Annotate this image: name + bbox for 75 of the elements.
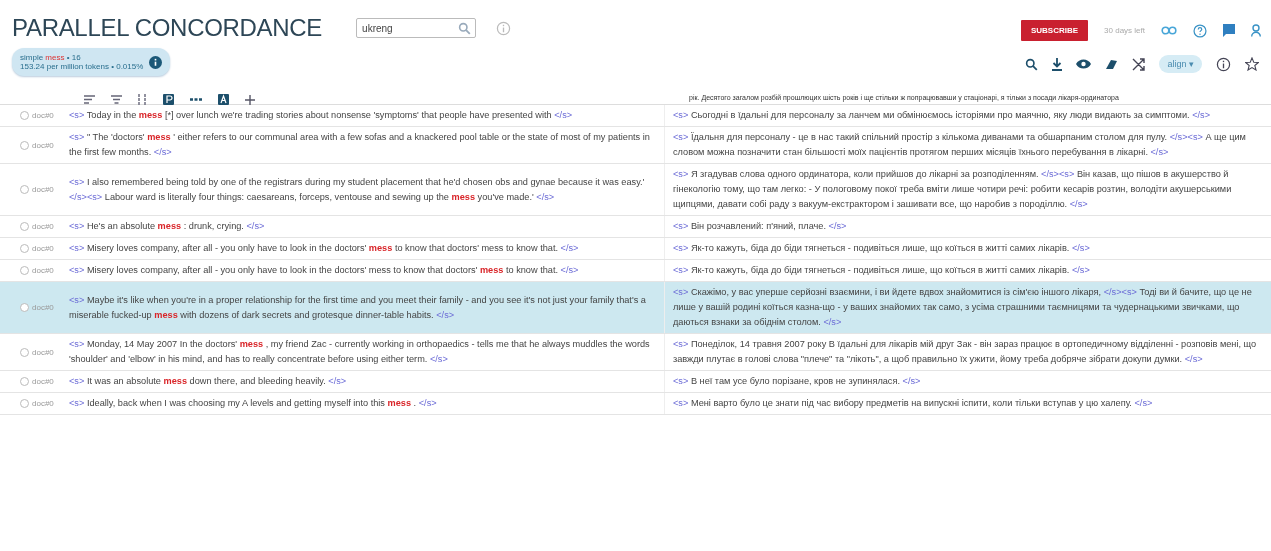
source-sentence: <s> " The 'doctors' mess ' either refers to our communal area with a few sofas and a knackered pool table or the state of most of my patients in the first few months. </s> [69, 131, 651, 159]
radio-button[interactable] [20, 377, 29, 386]
eye-icon[interactable] [1076, 59, 1092, 69]
target-sentence: <s> Я згадував слова одного ординатора, коли прийшов до лікарні за розподіленням. </s><s> Він казав, що пішов в акушерство й гінекологію тому, що там легко: - У пологовому покої треба вміти лише чотири речі: робити кесарів розтин, володіти акушерськими щипцями, давати собі раду з вакуум-екстрактором і зашивати все, що наробив з породіллю. </s> [673, 168, 1233, 211]
target-sentence: <s> Їдальня для персоналу - це в нас такий спільний простір з кількома диванами та обшарпаним столом для пулу. </s><s> А ще цим словом можна позначити стан більшості моїх пацієнтів протягом перших місяців їхнього перебування в лікарні. </s> [673, 131, 1247, 159]
source-sentence: <s> Misery loves company, after all - you only have to look in the doctors' mess to know that doctors' mess to know that. </s> [69, 264, 579, 277]
radio-button[interactable] [20, 266, 29, 275]
frequency-text: 153.24 per million tokens • 0.015% [20, 62, 144, 71]
concordance-row[interactable] [0, 334, 1271, 371]
radio-button[interactable] [20, 185, 29, 194]
concordance-row[interactable] [0, 260, 1271, 282]
target-sentence: <s> Як-то кажуть, біда до біди тягнеться - подивіться лише, що коїться в житті самих лікарів. </s> [673, 264, 1090, 277]
info-icon[interactable] [149, 55, 163, 69]
concordance-row[interactable]: doc#0 <s> He's an absolute mess : drunk, crying. </s> <s> Він розчавлений: п'яний, плаче. </s> [0, 216, 1271, 238]
target-sentence: <s> Понеділок, 14 травня 2007 року В їдальні для лікарів мій друг Зак - він зараз працює в ортопедичному відділенні - розповів мені, що завжди плутає в голові слова "плече" та "лікоть", а щоб правильно їх ужити, йому треба добряче зібрати докупи думки. </s> [673, 338, 1258, 366]
document-label: doc#0 [32, 377, 54, 386]
source-sentence: <s> I also remembered being told by one of the registrars during my student placement that he'd chosen obs and gynae because it was easy.' </s><s> Labour ward is literally four things: caesareans, forceps, ventouse and sewing up the mess you've made.' </s> [69, 175, 646, 204]
query-summary-badge[interactable]: simple mess • 16 153.24 per million tokens • 0.015% [12, 48, 171, 76]
shuffle-icon[interactable] [1132, 57, 1146, 71]
query-summary: simple mess • 16 [20, 53, 82, 62]
grid-icon[interactable] [138, 94, 147, 105]
radio-button[interactable] [20, 399, 29, 408]
concordance-row[interactable] [0, 127, 1271, 164]
target-sentence: <s> В неї там усе було порізане, кров не зупинялася. </s> [673, 375, 921, 388]
search-field[interactable]: ukreng [356, 18, 477, 38]
source-sentence: <s> Misery loves company, after all - you only have to look in the doctors' mess to know that doctors' mess to know that. </s> [69, 242, 579, 255]
source-sentence: <s> It was an absolute mess down there, and bleeding heavily. </s> [69, 375, 347, 388]
concordance-row[interactable] [0, 282, 1271, 334]
user-icon[interactable] [1251, 24, 1261, 37]
download-icon[interactable] [1052, 57, 1063, 71]
source-sentence: <s> Today in the mess [*] over lunch we're trading stories about nonsense 'symptoms' that people have presented with </s> [69, 109, 573, 122]
app-title: PARALLEL CONCORDANCE [12, 14, 323, 42]
concordance-row[interactable] [0, 105, 1271, 127]
dots-icon[interactable] [190, 98, 202, 101]
concordance-row[interactable] [0, 164, 1271, 216]
target-sentence: <s> Як-то кажуть, біда до біди тягнеться - подивіться лише, що коїться в житті самих лікарів. </s> [673, 242, 1090, 255]
document-label: doc#0 [32, 222, 54, 231]
radio-button[interactable] [20, 222, 29, 231]
plus-icon[interactable] [245, 94, 255, 105]
target-sentence: <s> Мені варто було це знати під час вибору предметів на випускні іспити, коли тільки вступав у цю халепу. </s> [673, 397, 1153, 410]
sort-left-icon[interactable] [84, 95, 95, 104]
radio-button[interactable] [20, 303, 29, 312]
source-sentence: <s> Ideally, back when I was choosing my A levels and getting myself into this mess . </s> [69, 397, 437, 410]
document-label: doc#0 [32, 244, 54, 253]
star-icon[interactable] [1245, 57, 1259, 71]
document-label: doc#0 [32, 347, 54, 357]
info-icon[interactable] [1216, 56, 1231, 72]
radio-button[interactable] [20, 347, 29, 357]
letter-tile-icon[interactable] [218, 94, 229, 105]
subscribe-button[interactable]: SUBSCRIBE [1020, 20, 1089, 41]
source-sentence: <s> Monday, 14 May 2007 In the doctors' mess , my friend Zac - currently working in orthopaedics - tells me that he always muddles the words 'shoulder' and 'elbow' in his mind, and has to really concentrate before using either term. </s> [69, 338, 651, 366]
target-sentence: <s> Він розчавлений: п'яний, плаче. </s> [673, 220, 847, 233]
link-icon[interactable] [1161, 26, 1177, 35]
radio-button[interactable] [20, 140, 29, 150]
feedback-icon[interactable] [1223, 24, 1235, 37]
radio-button[interactable] [20, 111, 29, 120]
search-icon[interactable] [1025, 57, 1039, 71]
document-label: doc#0 [32, 303, 54, 312]
sort-center-icon[interactable] [111, 95, 122, 104]
concordance-row[interactable] [0, 393, 1271, 415]
source-sentence: <s> He's an absolute mess : drunk, crying. </s> [69, 220, 265, 233]
concordance-row[interactable] [0, 238, 1271, 260]
document-label: doc#0 [32, 266, 54, 275]
help-icon[interactable] [1193, 23, 1207, 38]
radio-button[interactable] [20, 244, 29, 253]
target-sentence: <s> Сьогодні в їдальні для персоналу за ланчем ми обмінюємось історіями про маячню, яку люди видають за симптоми. </s> [673, 109, 1211, 122]
source-sentence: <s> Maybe it's like when you're in a proper relationship for the first time and you meet their family - and you see it's not just your family that's a miserable fucked-up mess with dozens of dark secrets and grotesque dinner-table habits. </s> [69, 293, 647, 322]
target-sentence: <s> Скажімо, у вас уперше серйозні взаємини, і ви йдете вдвох знайомитися із сім'єю іншого лікаря, </s><s> Тоді ви й бачите, що це не лише у вашій родині коїться казна-що - у ваших знайомих так само, з усіма страшними таємницями та чудернацькими звичками, що даються взнаки за обіднім столом. </s> [673, 286, 1253, 329]
concordance-row[interactable]: doc#0 <s> It was an absolute mess down there, and bleeding heavily. </s> <s> В неї там усе було порізане, кров не зупинялася. </s> [0, 371, 1271, 393]
document-label: doc#0 [32, 111, 54, 120]
document-label: doc#0 [32, 399, 54, 408]
letter-tile-icon[interactable] [163, 94, 174, 105]
trial-text: 30 days left [1104, 26, 1145, 35]
document-label: doc#0 [32, 185, 54, 194]
document-label: doc#0 [32, 140, 54, 150]
